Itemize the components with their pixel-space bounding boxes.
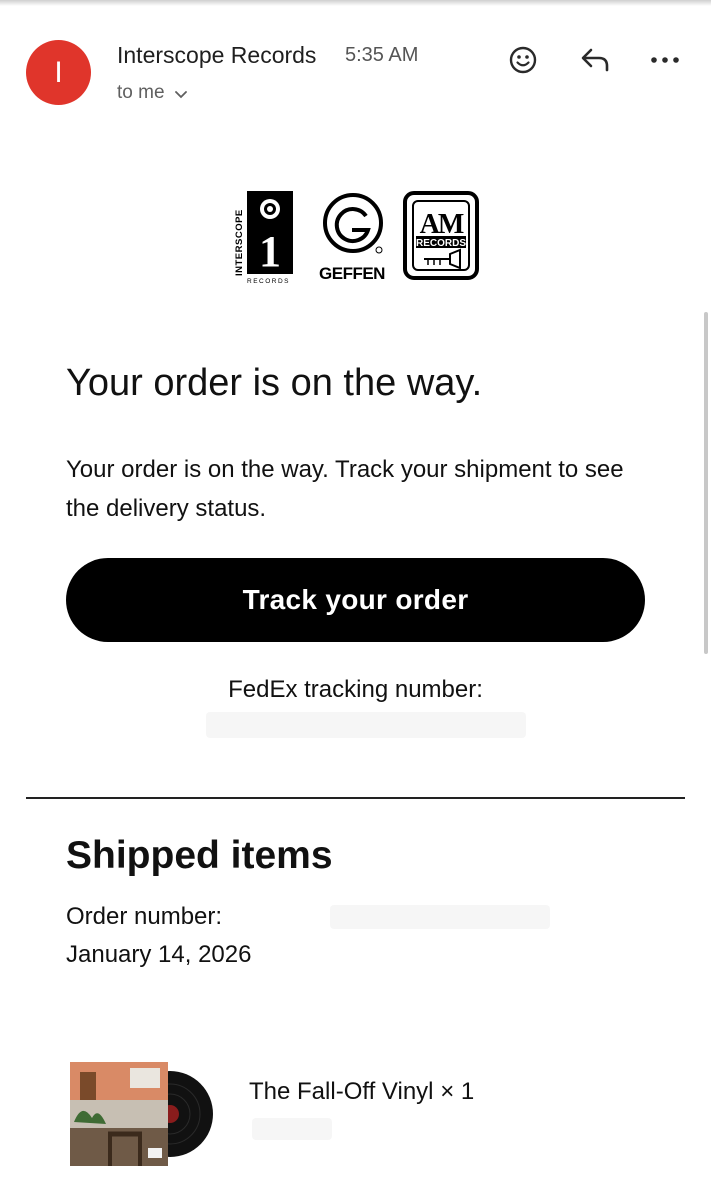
svg-text:INTERSCOPE: INTERSCOPE	[234, 209, 245, 276]
svg-text:1: 1	[259, 227, 281, 276]
order-date: January 14, 2026	[66, 941, 252, 968]
email-headline: Your order is on the way.	[66, 362, 483, 404]
avatar-initial: I	[54, 55, 63, 89]
svg-text:RECORDS: RECORDS	[416, 238, 466, 249]
chevron-down-icon	[174, 86, 187, 102]
interscope-logo: INTERSCOPE 1 RECORDS	[234, 191, 293, 285]
status-bar-shadow	[0, 0, 711, 6]
recipient-toggle[interactable]: to me	[117, 82, 187, 104]
track-order-button[interactable]: Track your order	[66, 558, 645, 642]
email-time: 5:35 AM	[345, 44, 419, 66]
svg-text:RECORDS: RECORDS	[247, 278, 290, 285]
redacted-item-detail	[252, 1118, 332, 1140]
scrollbar-thumb[interactable]	[704, 312, 708, 654]
redacted-order-number	[330, 905, 550, 929]
sender-avatar[interactable]: I	[26, 40, 91, 105]
am-records-logo: AM RECORDS	[403, 191, 479, 280]
svg-text:AM: AM	[420, 209, 464, 240]
tracking-label: FedEx tracking number:	[228, 676, 483, 703]
shipped-items-title: Shipped items	[66, 834, 333, 877]
item-title: The Fall-Off Vinyl	[249, 1078, 434, 1105]
reply-icon[interactable]	[577, 42, 613, 78]
svg-text:GEFFEN: GEFFEN	[319, 264, 385, 283]
label-logos: INTERSCOPE 1 RECORDS GEFFEN AM RECORDS	[234, 191, 479, 285]
smiley-icon[interactable]	[505, 42, 541, 78]
shipped-item[interactable]: The Fall-Off Vinyl × 1	[249, 1078, 474, 1106]
redacted-tracking-number	[206, 712, 526, 738]
sender-name[interactable]: Interscope Records	[117, 42, 316, 69]
geffen-logo: GEFFEN	[319, 193, 386, 283]
section-divider	[26, 797, 685, 799]
item-quantity: × 1	[440, 1078, 475, 1105]
email-body: Your order is on the way. Track your shi…	[66, 456, 624, 522]
album-cover-image	[70, 1062, 213, 1166]
more-options-icon[interactable]	[647, 42, 683, 78]
order-number-label: Order number:	[66, 903, 223, 930]
recipient-label: to me	[117, 82, 165, 103]
